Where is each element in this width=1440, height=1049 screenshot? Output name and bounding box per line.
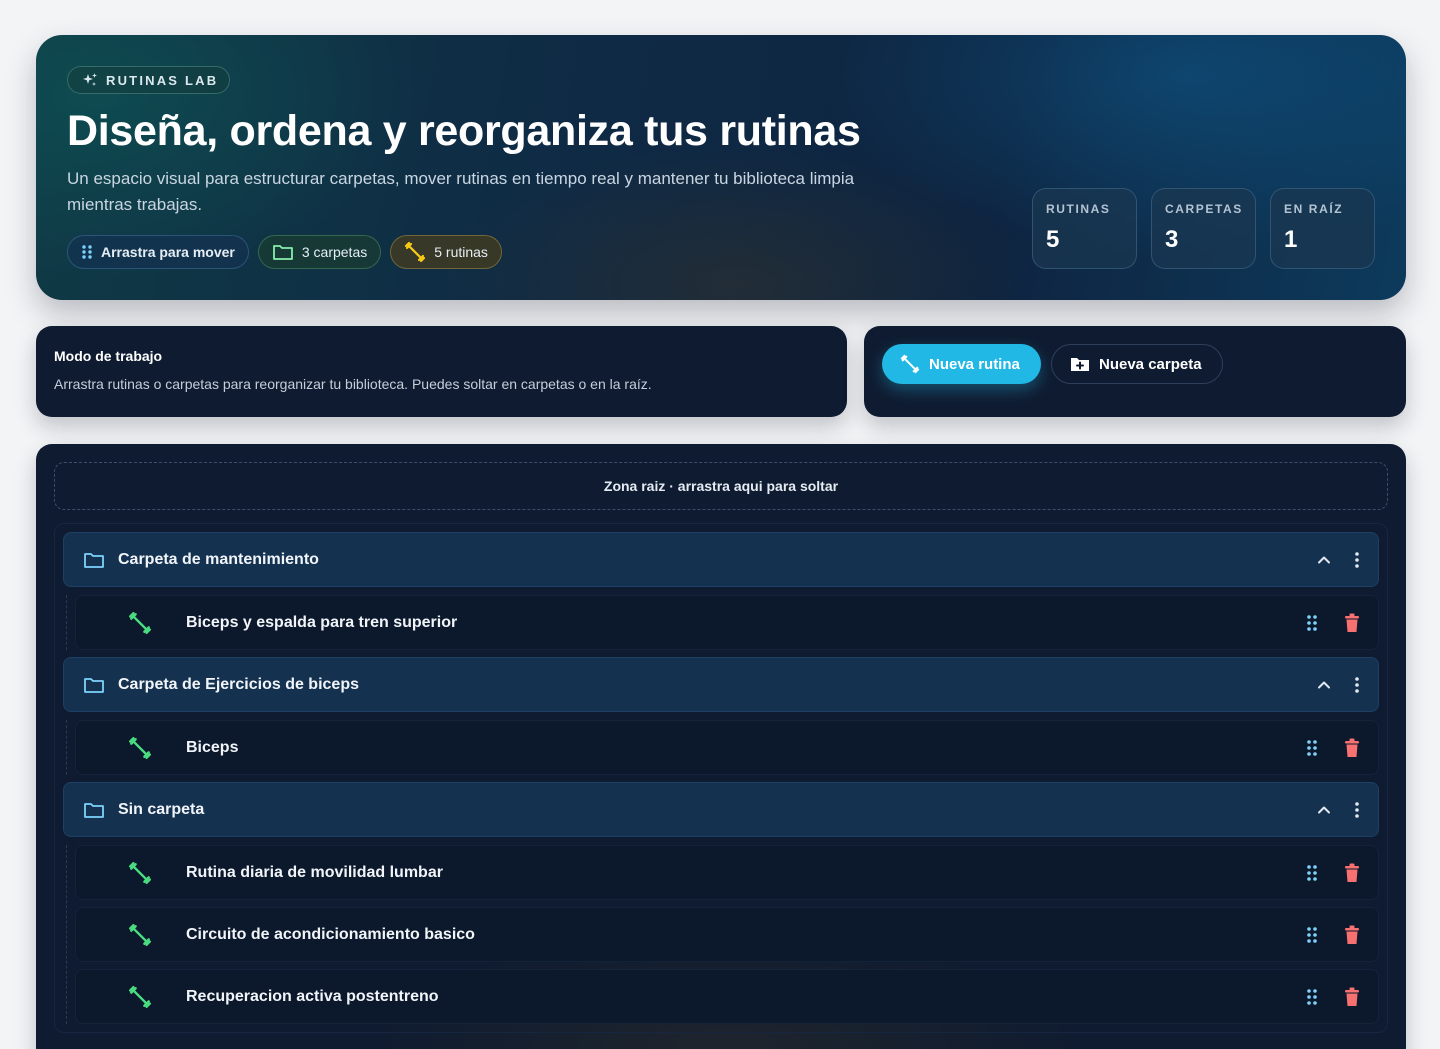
routine-row[interactable]: Recuperacion activa postentreno (75, 969, 1379, 1024)
folder-routines: Biceps y espalda para tren superior (66, 595, 1379, 650)
chevron-up-icon[interactable] (1316, 552, 1332, 568)
routine-name: Biceps (186, 738, 239, 756)
trash-icon[interactable] (1344, 863, 1360, 883)
stat-card-root: EN RAÍZ 1 (1270, 188, 1375, 269)
folder-tree: Carpeta de mantenimiento Biceps y espald… (54, 523, 1388, 1033)
new-routine-button[interactable]: Nueva rutina (882, 344, 1041, 384)
actions-panel: Nueva rutina Nueva carpeta (864, 326, 1406, 417)
stat-label: CARPETAS (1165, 202, 1243, 216)
routine-name: Circuito de acondicionamiento basico (186, 925, 475, 943)
root-dropzone[interactable]: Zona raiz · arrastra aqui para soltar (54, 462, 1388, 510)
drag-handle-icon[interactable] (1306, 988, 1318, 1006)
drag-hint-chip: Arrastra para mover (67, 235, 249, 269)
trash-icon[interactable] (1344, 925, 1360, 945)
dumbbell-icon (128, 611, 152, 635)
chevron-up-icon[interactable] (1316, 677, 1332, 693)
routine-name: Recuperacion activa postentreno (186, 987, 439, 1005)
folder-routines: Biceps (66, 720, 1379, 775)
routine-name: Rutina diaria de movilidad lumbar (186, 863, 443, 881)
stat-value: 5 (1046, 226, 1060, 253)
folder-plus-icon (1070, 355, 1090, 373)
new-folder-button[interactable]: Nueva carpeta (1051, 344, 1223, 384)
dumbbell-icon (128, 923, 152, 947)
routines-count-chip: 5 rutinas (390, 235, 502, 269)
trash-icon[interactable] (1344, 987, 1360, 1007)
drag-hint-label: Arrastra para mover (101, 244, 235, 260)
work-mode-panel: Modo de trabajo Arrastra rutinas o carpe… (36, 326, 847, 417)
brand-badge-label: RUTINAS LAB (106, 72, 219, 88)
stats-cards: RUTINAS 5 CARPETAS 3 EN RAÍZ 1 (1032, 188, 1375, 269)
dumbbell-icon (128, 736, 152, 760)
library-panel: Zona raiz · arrastra aqui para soltar Ca… (36, 444, 1406, 1049)
new-folder-label: Nueva carpeta (1099, 355, 1202, 373)
folder-name: Carpeta de mantenimiento (118, 550, 319, 568)
stat-card-routines: RUTINAS 5 (1032, 188, 1137, 269)
dumbbell-icon (404, 241, 426, 263)
work-mode-title: Modo de trabajo (54, 348, 163, 364)
folder-icon (272, 243, 294, 261)
new-routine-label: Nueva rutina (929, 355, 1020, 373)
more-vertical-icon[interactable] (1354, 801, 1360, 819)
folder-name: Carpeta de Ejercicios de biceps (118, 675, 359, 693)
folder-row[interactable]: Carpeta de Ejercicios de biceps (63, 657, 1379, 712)
stat-label: RUTINAS (1046, 202, 1111, 216)
folder-name: Sin carpeta (118, 800, 205, 818)
drag-handle-icon[interactable] (1306, 614, 1318, 632)
trash-icon[interactable] (1344, 613, 1360, 633)
page-title: Diseña, ordena y reorganiza tus rutinas (67, 107, 861, 155)
dumbbell-icon (128, 861, 152, 885)
folder-routines: Rutina diaria de movilidad lumbar Circui… (66, 845, 1379, 1024)
folder-row[interactable]: Sin carpeta (63, 782, 1379, 837)
info-chips: Arrastra para mover 3 carpetas 5 rutinas (67, 235, 502, 269)
folder-icon (83, 801, 105, 819)
folder-icon (83, 676, 105, 694)
dumbbell-icon (900, 354, 920, 374)
stat-label: EN RAÍZ (1284, 202, 1344, 216)
trash-icon[interactable] (1344, 738, 1360, 758)
stat-value: 3 (1165, 226, 1179, 253)
sparkles-icon (82, 72, 98, 88)
stat-card-folders: CARPETAS 3 (1151, 188, 1256, 269)
stat-value: 1 (1284, 226, 1298, 253)
chevron-up-icon[interactable] (1316, 802, 1332, 818)
routine-row[interactable]: Biceps (75, 720, 1379, 775)
routine-row[interactable]: Rutina diaria de movilidad lumbar (75, 845, 1379, 900)
folder-row[interactable]: Carpeta de mantenimiento (63, 532, 1379, 587)
page-subtitle: Un espacio visual para estructurar carpe… (67, 169, 855, 214)
more-vertical-icon[interactable] (1354, 551, 1360, 569)
drag-handle-icon (81, 244, 93, 260)
brand-badge: RUTINAS LAB (67, 66, 230, 94)
hero-banner: RUTINAS LAB Diseña, ordena y reorganiza … (36, 35, 1406, 300)
more-vertical-icon[interactable] (1354, 676, 1360, 694)
routine-row[interactable]: Circuito de acondicionamiento basico (75, 907, 1379, 962)
routine-row[interactable]: Biceps y espalda para tren superior (75, 595, 1379, 650)
drag-handle-icon[interactable] (1306, 864, 1318, 882)
drag-handle-icon[interactable] (1306, 926, 1318, 944)
routine-name: Biceps y espalda para tren superior (186, 613, 458, 631)
dumbbell-icon (128, 985, 152, 1009)
work-mode-text: Arrastra rutinas o carpetas para reorgan… (54, 376, 652, 392)
routines-count-label: 5 rutinas (434, 244, 488, 260)
folders-count-label: 3 carpetas (301, 244, 368, 260)
folder-icon (83, 551, 105, 569)
root-dropzone-label: Zona raiz · arrastra aqui para soltar (603, 478, 839, 494)
folders-count-chip: 3 carpetas (257, 235, 382, 269)
drag-handle-icon[interactable] (1306, 739, 1318, 757)
